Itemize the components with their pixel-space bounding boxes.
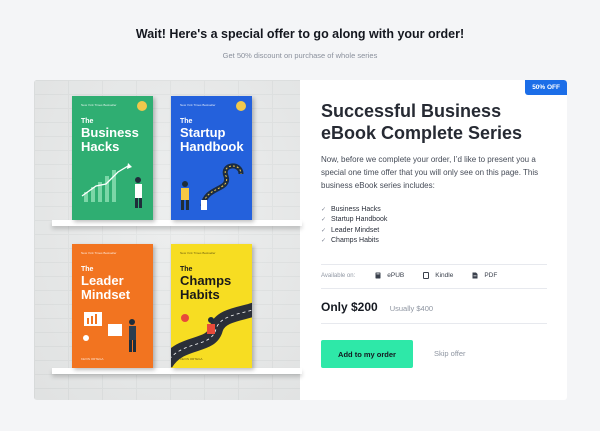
divider [321,288,547,289]
check-icon: ✓ [321,227,327,234]
check-icon: ✓ [321,238,327,245]
available-formats: Available on: ePUB Kindle PDF [321,272,516,279]
offer-title: Successful Business eBook Complete Serie… [321,101,523,143]
book-cover-startup-handbook: New York Times Bestseller The Startup Ha… [171,96,252,220]
check-icon: ✓ [321,217,327,224]
book-cover-leader-mindset: New York Times Bestseller The Leader Min… [72,244,153,368]
list-item: ✓ Champs Habits [321,237,379,245]
book-cover-champs-habits: New York Times Bestseller The Champs Hab… [171,244,252,368]
road-runner-illustration [171,302,252,368]
list-item: ✓ Business Hacks [321,206,381,213]
bottom-shelf [52,368,302,374]
add-to-order-button[interactable]: Add to my order [321,340,413,368]
offer-card: New York Times Bestseller The Business H… [34,80,567,400]
bookshelf-image: New York Times Bestseller The Business H… [34,80,302,400]
divider [321,323,547,324]
top-shelf [52,220,302,226]
list-item: ✓ Startup Handbook [321,216,388,224]
format-kindle: Kindle [423,272,453,279]
discount-badge: 50% OFF [525,80,567,95]
tablet-icon [423,272,430,279]
rocket-path-illustration [181,163,244,210]
list-item: ✓ Leader Mindset [321,226,380,234]
page-heading: Wait! Here's a special offer to go along… [135,27,465,41]
offer-details: Successful Business eBook Complete Serie… [321,80,547,400]
book-icon [375,272,381,279]
divider [321,264,547,265]
document-icon [472,272,478,279]
presentation-illustration [83,312,136,352]
format-pdf: PDF [472,272,497,279]
page-subheading: Get 50% discount on purchase of whole se… [222,51,378,60]
book-cover-business-hacks: New York Times Bestseller The Business H… [72,96,153,220]
available-label: Available on: [321,272,356,279]
offer-price: Only $200 [321,300,378,314]
original-price: Usually $400 [389,304,434,313]
price-row: Only $200 Usually $400 [321,300,433,314]
check-icon: ✓ [321,207,327,213]
skip-offer-link[interactable]: Skip offer [434,349,466,358]
format-epub: ePUB [375,272,404,279]
offer-description: Now, before we complete your order, I’d … [321,155,539,191]
book-author: KEVIN ORTEGA [81,357,104,361]
book-author: KEVIN ORTEGA [180,357,203,361]
growth-chart-illustration [81,163,142,208]
includes-list: ✓ Business Hacks ✓ Startup Handbook ✓ Leade… [321,206,387,248]
